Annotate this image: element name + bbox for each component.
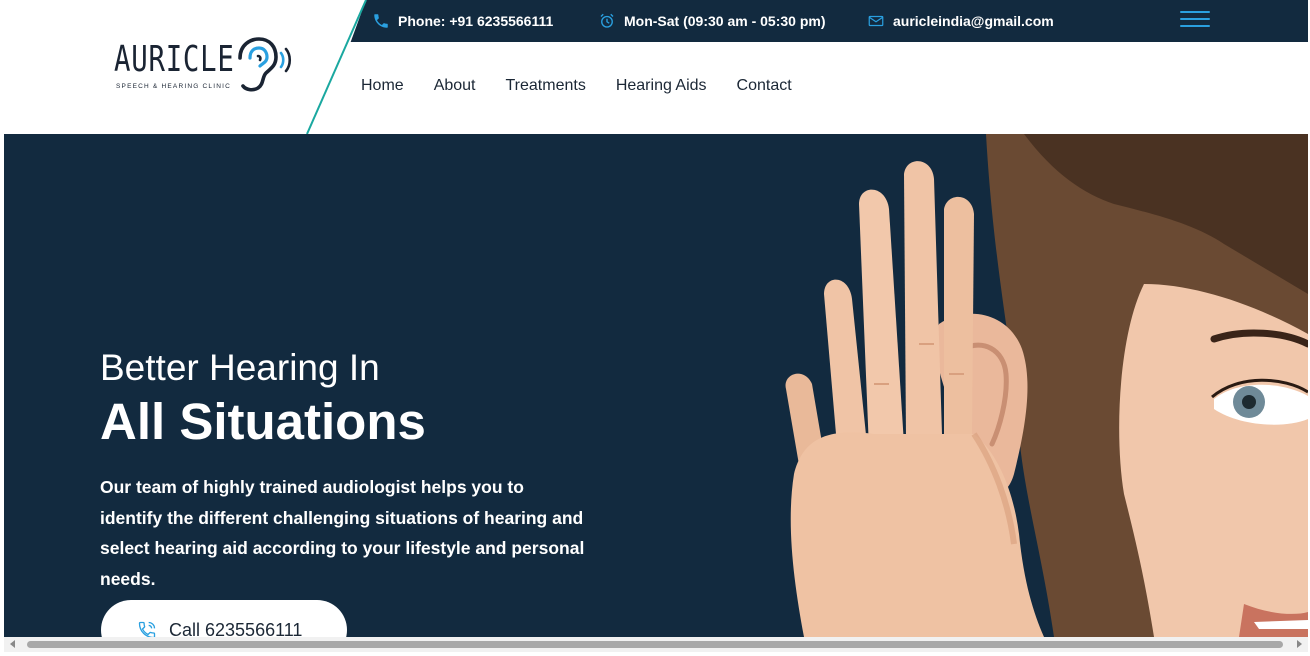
scroll-left-arrow-icon[interactable] bbox=[10, 640, 15, 648]
hero-title-line1: Better Hearing In bbox=[100, 347, 380, 388]
hero-title-line2: All Situations bbox=[100, 393, 426, 450]
phone-call-icon bbox=[137, 620, 157, 637]
nav-about[interactable]: About bbox=[434, 77, 476, 95]
email-text: auricleindia@gmail.com bbox=[893, 13, 1054, 29]
nav-contact[interactable]: Contact bbox=[737, 77, 792, 95]
alarm-clock-icon bbox=[598, 12, 616, 30]
envelope-icon bbox=[867, 12, 885, 30]
logo-wordmark: AURICLE bbox=[114, 39, 235, 80]
phone-text: Phone: +91 6235566111 bbox=[398, 13, 554, 29]
scroll-right-arrow-icon[interactable] bbox=[1297, 640, 1302, 648]
call-button-label: Call 6235566111 bbox=[169, 619, 303, 638]
ear-logo-icon bbox=[238, 37, 292, 92]
nav-home[interactable]: Home bbox=[361, 77, 404, 95]
call-button[interactable]: Call 6235566111 bbox=[101, 600, 347, 637]
email-contact[interactable]: auricleindia@gmail.com bbox=[867, 0, 1054, 42]
nav-treatments[interactable]: Treatments bbox=[506, 77, 586, 95]
hamburger-menu-icon[interactable] bbox=[1180, 10, 1212, 30]
nav-hearing-aids[interactable]: Hearing Aids bbox=[616, 77, 707, 95]
scrollbar-thumb[interactable] bbox=[27, 641, 1283, 648]
phone-icon bbox=[372, 12, 390, 30]
phone-contact[interactable]: Phone: +91 6235566111 bbox=[372, 0, 553, 42]
horizontal-scrollbar[interactable] bbox=[4, 637, 1308, 652]
hours-contact: Mon-Sat (09:30 am - 05:30 pm) bbox=[598, 0, 826, 42]
hours-text: Mon-Sat (09:30 am - 05:30 pm) bbox=[624, 13, 826, 29]
site-logo[interactable]: AURICLE SPEECH & HEARING CLINIC bbox=[114, 36, 292, 98]
hero-description: Our team of highly trained audiologist h… bbox=[100, 477, 585, 589]
site-header: Phone: +91 6235566111 Mon-Sat (09:30 am … bbox=[4, 0, 1308, 134]
hero-image bbox=[785, 134, 1308, 637]
hero-banner: Better Hearing In All Situations Our tea… bbox=[4, 134, 1308, 637]
main-nav: Home About Treatments Hearing Aids Conta… bbox=[361, 72, 822, 100]
page: Phone: +91 6235566111 Mon-Sat (09:30 am … bbox=[4, 0, 1308, 637]
logo-tagline: SPEECH & HEARING CLINIC bbox=[116, 83, 232, 90]
